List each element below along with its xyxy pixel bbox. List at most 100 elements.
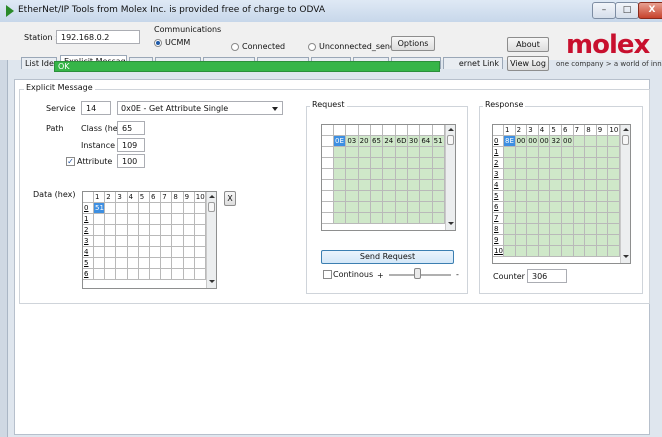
grid-cell[interactable] (383, 158, 396, 169)
grid-cell[interactable] (183, 214, 195, 225)
grid-cell[interactable] (596, 136, 609, 147)
grid-cell[interactable] (138, 269, 150, 280)
grid-cell[interactable] (358, 202, 371, 213)
grid-cell[interactable] (395, 169, 408, 180)
grid-cell[interactable] (358, 158, 371, 169)
vertical-scrollbar[interactable] (445, 125, 455, 230)
grid-cell[interactable]: 00 (527, 136, 539, 147)
grid-cell[interactable] (194, 258, 206, 269)
grid-cell[interactable] (334, 147, 347, 158)
tab-list-ident[interactable]: List Ident (21, 57, 57, 69)
grid-cell[interactable] (346, 158, 359, 169)
grid-cell[interactable] (573, 235, 586, 246)
grid-cell[interactable] (420, 180, 433, 191)
grid-cell[interactable] (596, 202, 609, 213)
grid-cell[interactable] (334, 158, 347, 169)
grid-cell[interactable] (358, 147, 371, 158)
grid-cell[interactable] (527, 213, 539, 224)
grid-cell[interactable] (432, 169, 445, 180)
grid-cell[interactable] (383, 191, 396, 202)
grid-cell[interactable]: 00 (515, 136, 528, 147)
grid-cell[interactable] (150, 269, 162, 280)
grid-cell[interactable] (94, 269, 106, 280)
grid-cell[interactable] (346, 191, 359, 202)
grid-cell[interactable] (538, 213, 551, 224)
grid-cell[interactable] (116, 203, 128, 214)
grid-cell[interactable] (596, 213, 609, 224)
scrollbar-thumb[interactable] (622, 135, 629, 145)
grid-cell[interactable] (395, 191, 408, 202)
grid-cell[interactable] (172, 269, 184, 280)
grid-cell[interactable] (161, 225, 173, 236)
grid-cell[interactable]: 8E (504, 136, 516, 147)
grid-cell[interactable] (358, 180, 371, 191)
grid-cell[interactable] (515, 180, 528, 191)
grid-cell[interactable] (504, 158, 516, 169)
grid-cell[interactable] (408, 158, 421, 169)
attribute-input[interactable]: 100 (117, 154, 145, 168)
scroll-up-icon[interactable] (209, 195, 215, 198)
grid-cell[interactable] (596, 235, 609, 246)
maximize-button[interactable]: □ (615, 2, 639, 19)
tab-ethernet-link[interactable]: ernet Link (443, 57, 503, 69)
grid-cell[interactable] (538, 191, 551, 202)
grid-cell[interactable] (334, 191, 347, 202)
grid-cell[interactable] (346, 169, 359, 180)
grid-cell[interactable] (183, 269, 195, 280)
grid-cell[interactable] (116, 225, 128, 236)
grid-cell[interactable] (94, 214, 106, 225)
grid-cell[interactable] (127, 203, 139, 214)
grid-cell[interactable] (550, 246, 562, 257)
continous-checkbox[interactable] (323, 270, 332, 279)
vertical-scrollbar[interactable] (206, 192, 216, 288)
grid-cell[interactable] (334, 180, 347, 191)
grid-cell[interactable] (562, 158, 574, 169)
grid-cell[interactable] (608, 136, 620, 147)
grid-cell[interactable] (395, 147, 408, 158)
grid-cell[interactable] (515, 235, 528, 246)
grid-cell[interactable] (116, 214, 128, 225)
grid-cell[interactable]: 20 (358, 136, 371, 147)
grid-cell[interactable] (585, 224, 597, 235)
attribute-checkbox[interactable]: ✓ (66, 157, 75, 166)
grid-cell[interactable] (432, 191, 445, 202)
grid-cell[interactable] (138, 203, 150, 214)
grid-cell[interactable] (334, 202, 347, 213)
grid-cell[interactable] (183, 225, 195, 236)
grid-cell[interactable] (527, 246, 539, 257)
grid-cell[interactable] (432, 180, 445, 191)
grid-cell[interactable] (420, 202, 433, 213)
grid-cell[interactable] (194, 203, 206, 214)
grid-cell[interactable] (346, 202, 359, 213)
scroll-down-icon[interactable] (209, 280, 215, 283)
grid-cell[interactable] (608, 158, 620, 169)
grid-cell[interactable] (550, 191, 562, 202)
grid-cell[interactable]: 64 (420, 136, 433, 147)
response-grid[interactable]: 1 2 3 4 5 6 7 8 9 10 0 8E 00 00 00 32 00 1 2 3 4 5 6 7 8 9 10 (492, 124, 631, 264)
grid-cell[interactable] (538, 180, 551, 191)
grid-cell[interactable] (172, 247, 184, 258)
grid-cell[interactable] (161, 203, 173, 214)
grid-cell[interactable] (527, 235, 539, 246)
grid-cell[interactable] (585, 191, 597, 202)
grid-cell[interactable] (94, 258, 106, 269)
grid-cell[interactable] (608, 169, 620, 180)
grid-cell[interactable] (504, 246, 516, 257)
grid-cell[interactable]: 24 (383, 136, 396, 147)
grid-cell[interactable] (346, 147, 359, 158)
scroll-down-icon[interactable] (623, 255, 629, 258)
grid-cell[interactable] (550, 147, 562, 158)
grid-cell[interactable] (573, 180, 586, 191)
grid-cell[interactable] (573, 169, 586, 180)
grid-cell[interactable]: 00 (538, 136, 551, 147)
grid-cell[interactable] (504, 169, 516, 180)
grid-cell[interactable] (94, 225, 106, 236)
grid-cell[interactable]: 32 (550, 136, 562, 147)
close-button[interactable]: X (638, 2, 662, 19)
grid-cell[interactable] (183, 258, 195, 269)
grid-cell[interactable] (94, 247, 106, 258)
grid-cell[interactable] (562, 213, 574, 224)
grid-cell[interactable] (562, 202, 574, 213)
grid-cell[interactable] (527, 169, 539, 180)
grid-cell[interactable] (183, 247, 195, 258)
